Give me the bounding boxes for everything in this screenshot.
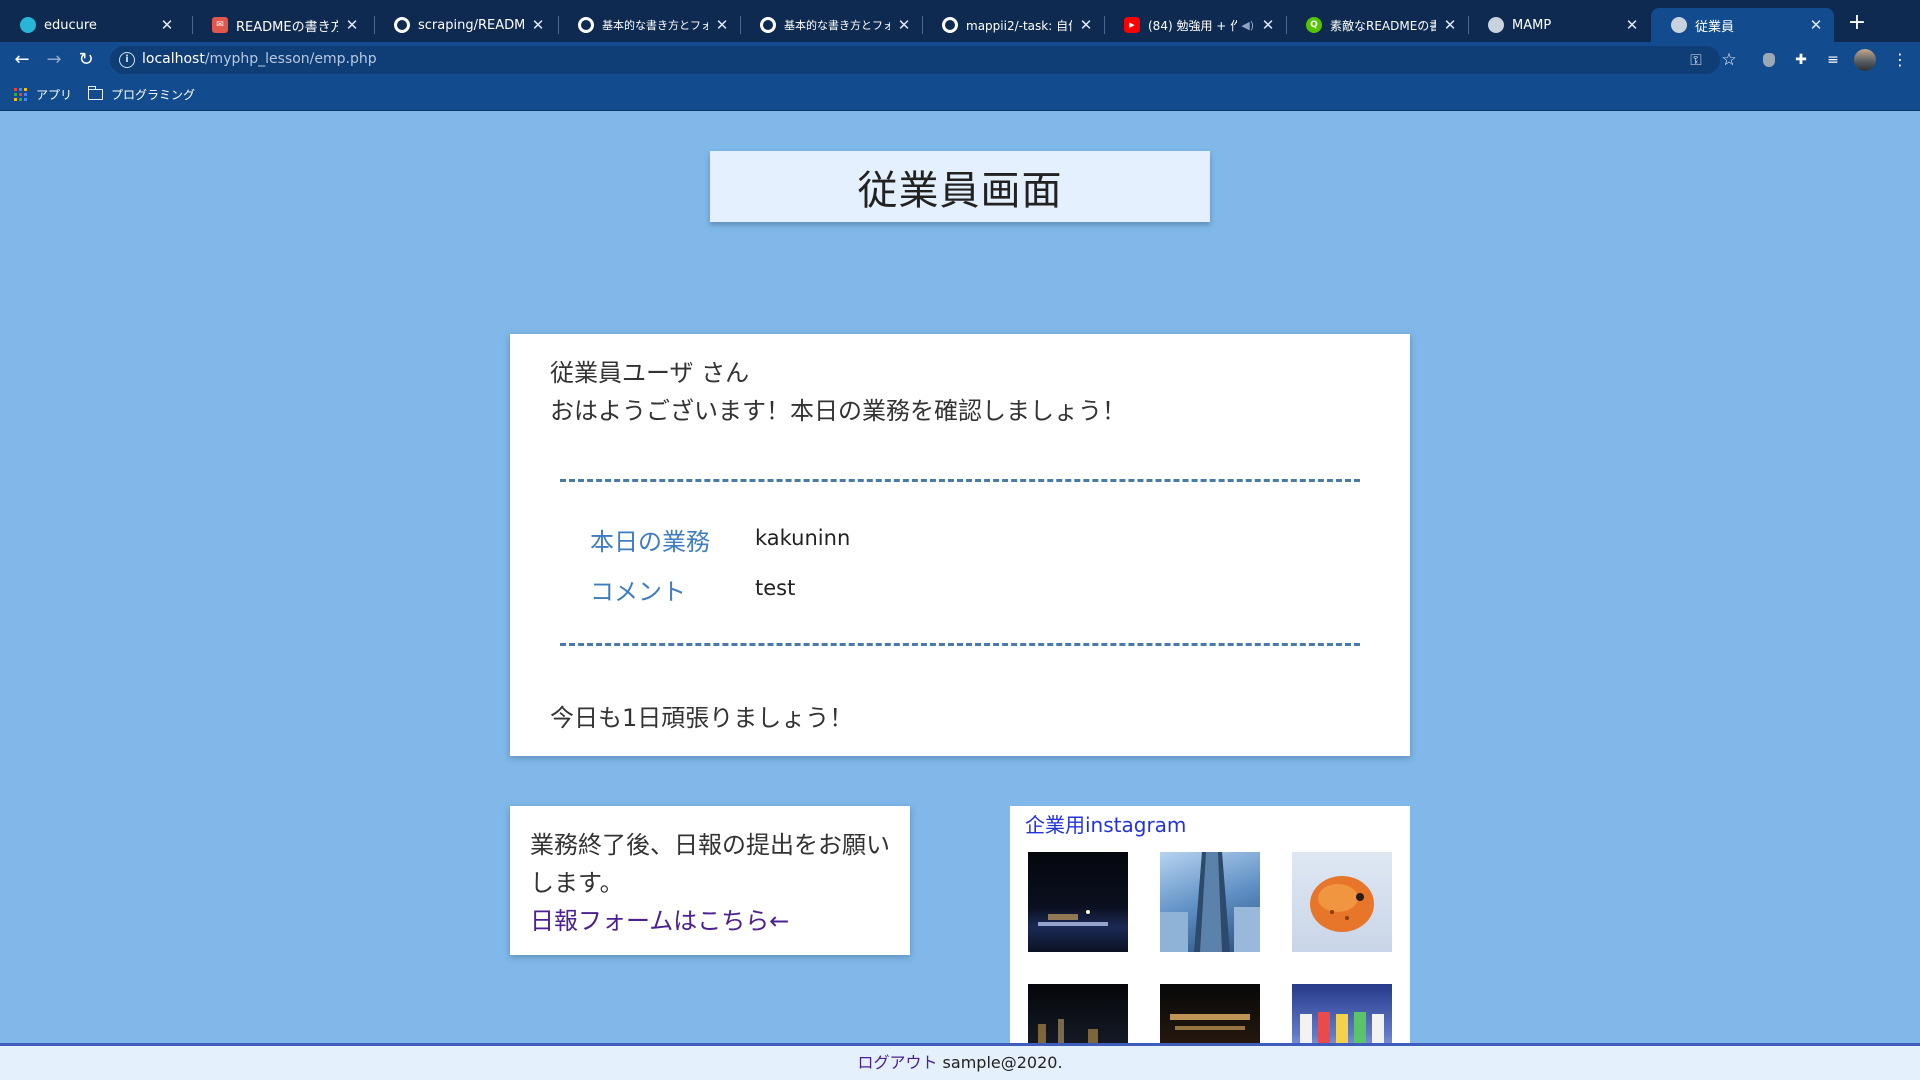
night-harbor-photo[interactable] xyxy=(1028,852,1128,952)
page-title: 従業員画面 xyxy=(857,167,1063,214)
address-bar[interactable]: i localhost/myphp_lesson/emp.php ⚿ xyxy=(110,46,1720,74)
educure-favicon-icon xyxy=(20,17,36,33)
tab-employee-active[interactable]: 従業員 ✕ xyxy=(1651,8,1834,42)
greeting-name: 従業員ユーザ さん xyxy=(550,359,750,387)
tab-scraping-readme[interactable]: scraping/README.m ✕ xyxy=(374,8,556,42)
browser-toolbar: ← → ↻ i localhost/myphp_lesson/emp.php ⚿… xyxy=(0,42,1920,78)
greeting-message: おはようございます！本日の業務を確認しましょう！ xyxy=(550,397,1126,425)
speaker-icon[interactable]: ◀) xyxy=(1241,19,1254,32)
folder-icon xyxy=(87,86,103,100)
close-tab-icon[interactable]: ✕ xyxy=(1624,16,1640,34)
close-tab-icon[interactable]: ✕ xyxy=(1442,16,1458,34)
bookmark-folder-programming[interactable]: プログラミング xyxy=(87,86,195,103)
daily-report-card: 業務終了後、日報の提出をお願いします。 日報フォームはこちら← xyxy=(510,806,910,955)
daily-report-link[interactable]: 日報フォームはこちら← xyxy=(530,902,890,940)
reading-list-icon[interactable]: ≡ xyxy=(1822,49,1844,71)
page-footer: ログアウト sample@2020. xyxy=(0,1043,1920,1080)
bookmark-star-icon[interactable]: ☆ xyxy=(1718,49,1740,71)
bookmarks-bar: アプリ プログラミング xyxy=(0,78,1920,111)
forward-arrow-icon[interactable]: → xyxy=(42,48,66,72)
extension-shield-icon[interactable] xyxy=(1758,49,1780,71)
close-tab-icon[interactable]: ✕ xyxy=(1078,16,1094,34)
tab-mamp[interactable]: MAMP ✕ xyxy=(1468,8,1650,42)
report-instruction: 業務終了後、日報の提出をお願いします。 xyxy=(530,831,890,897)
tab-qiita-readme[interactable]: Q 素敵なREADMEの書き ✕ xyxy=(1286,8,1468,42)
skyscraper-photo[interactable] xyxy=(1160,852,1260,952)
bookmark-apps[interactable]: アプリ xyxy=(14,86,72,103)
close-tab-icon[interactable]: ✕ xyxy=(714,16,730,34)
github-icon xyxy=(942,17,958,33)
close-tab-icon[interactable]: ✕ xyxy=(1808,16,1824,34)
tab-educure[interactable]: educure ✕ xyxy=(0,8,185,42)
drinks-shelf-photo[interactable] xyxy=(1292,984,1392,1044)
mamp-elephant-icon xyxy=(1671,17,1687,33)
reload-icon[interactable]: ↻ xyxy=(74,48,98,72)
task-value: kakuninn xyxy=(755,526,851,550)
divider-top xyxy=(560,479,1360,482)
new-tab-button[interactable]: + xyxy=(1845,11,1869,35)
close-tab-icon[interactable]: ✕ xyxy=(530,16,546,34)
night-city-photo[interactable] xyxy=(1028,984,1128,1044)
page-header: 従業員画面 xyxy=(710,151,1210,222)
red-favicon-icon: ✉ xyxy=(212,17,228,33)
task-label: 本日の業務 xyxy=(590,528,710,556)
browser-tab-strip: educure ✕ ✉ READMEの書き方 - La ✕ scraping/R… xyxy=(0,0,1920,42)
site-info-icon[interactable]: i xyxy=(119,52,135,68)
pufferfish-toy-photo[interactable] xyxy=(1292,852,1392,952)
instagram-card: 企業用instagram xyxy=(1010,806,1410,1044)
tab-basic-writing-1[interactable]: 基本的な書き方とフォー ✕ xyxy=(558,8,740,42)
qiita-icon: Q xyxy=(1306,17,1322,33)
close-tab-icon[interactable]: ✕ xyxy=(896,16,912,34)
apps-grid-icon xyxy=(14,87,28,102)
tab-basic-writing-2[interactable]: 基本的な書き方とフォー ✕ xyxy=(740,8,922,42)
key-icon[interactable]: ⚿ xyxy=(1687,52,1705,68)
instagram-title: 企業用instagram xyxy=(1025,813,1187,837)
youtube-icon: ▶ xyxy=(1124,17,1140,33)
close-tab-icon[interactable]: ✕ xyxy=(344,16,360,34)
github-icon xyxy=(760,17,776,33)
close-tab-icon[interactable]: ✕ xyxy=(1260,16,1276,34)
profile-avatar[interactable] xyxy=(1854,49,1876,71)
browser-menu-icon[interactable]: ⋮ xyxy=(1892,49,1908,71)
url-text[interactable]: localhost/myphp_lesson/emp.php xyxy=(142,51,377,67)
closing-message: 今日も1日頑張りましょう！ xyxy=(550,704,854,732)
copyright-text: sample@2020. xyxy=(937,1053,1063,1072)
tab-readme-lab[interactable]: ✉ READMEの書き方 - La ✕ xyxy=(192,8,370,42)
back-arrow-icon[interactable]: ← xyxy=(10,48,34,72)
close-tab-icon[interactable]: ✕ xyxy=(159,16,175,34)
extensions-puzzle-icon[interactable]: ✚ xyxy=(1790,49,1812,71)
tab-mappii-task[interactable]: mappii2/-task: 自作PH ✕ xyxy=(922,8,1104,42)
tab-youtube[interactable]: ▶ (84) 勉強用 + 作 ◀) ✕ xyxy=(1104,8,1286,42)
divider-bottom xyxy=(560,643,1360,646)
comment-label: コメント xyxy=(590,578,686,606)
github-icon xyxy=(578,17,594,33)
mamp-elephant-icon xyxy=(1488,17,1504,33)
github-icon xyxy=(394,17,410,33)
ferris-wheel-photo[interactable] xyxy=(1160,984,1260,1044)
logout-link[interactable]: ログアウト xyxy=(857,1053,937,1072)
greeting: 従業員ユーザ さん おはようございます！本日の業務を確認しましょう！ xyxy=(550,354,1126,430)
task-card: 従業員ユーザ さん おはようございます！本日の業務を確認しましょう！ 本日の業務… xyxy=(510,334,1410,756)
comment-value: test xyxy=(755,576,796,600)
